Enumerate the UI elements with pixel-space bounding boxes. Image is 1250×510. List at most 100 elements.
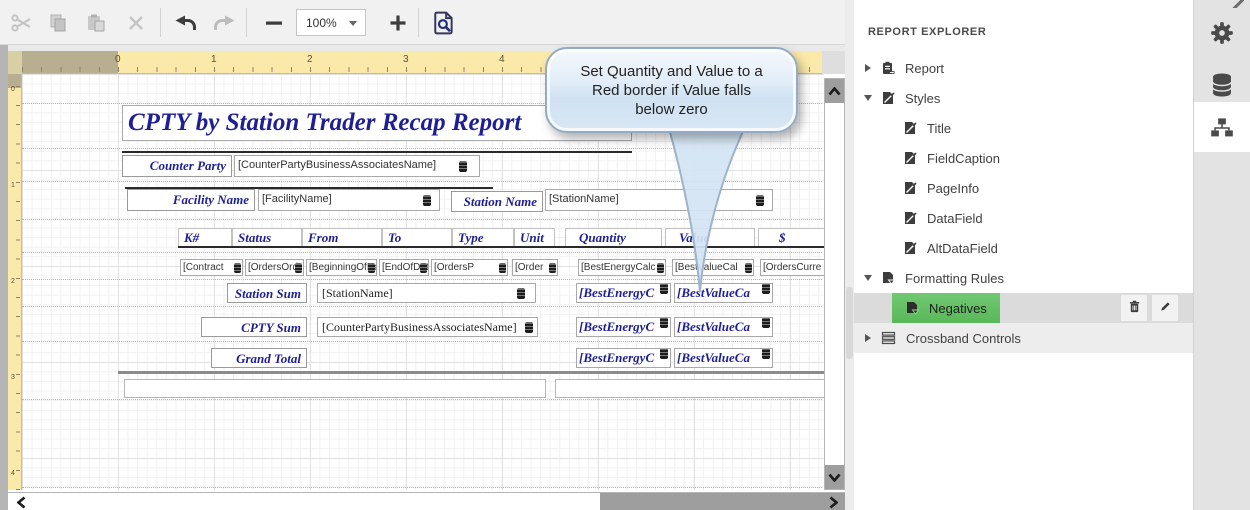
chevron-down-icon[interactable] — [863, 95, 873, 101]
tree-item-label: Title — [927, 121, 951, 136]
scroll-up-icon[interactable] — [825, 79, 844, 103]
ruler-number: 3 — [403, 54, 409, 65]
detail-field[interactable]: [OrdersP — [431, 259, 508, 276]
footer-placeholder[interactable] — [555, 379, 829, 398]
scroll-left-icon[interactable] — [8, 493, 34, 510]
zoom-in-icon[interactable] — [382, 8, 414, 38]
footer-placeholder[interactable] — [124, 379, 546, 398]
column-header-to[interactable]: To — [382, 228, 452, 248]
database-field-icon — [459, 161, 467, 172]
tree-item-formatting-rules[interactable]: Formatting Rules — [854, 263, 1193, 293]
ruler-ticks — [16, 74, 20, 490]
scroll-down-icon[interactable] — [825, 465, 844, 489]
tree-item-styles[interactable]: Styles — [854, 83, 1193, 113]
counter-party-field[interactable]: [CounterPartyBusinessAssociatesName] — [234, 155, 480, 177]
band-separator-thick — [118, 371, 836, 374]
zoom-select[interactable]: 100% — [296, 9, 366, 36]
print-preview-icon[interactable] — [428, 8, 460, 38]
panel-splitter-handle[interactable] — [846, 287, 853, 359]
ruler-number: 3 — [11, 374, 15, 381]
facility-name-field[interactable]: [FacilityName] — [258, 189, 440, 211]
ruler-number: 2 — [11, 278, 15, 285]
delete-icon[interactable] — [120, 8, 152, 38]
tree-item-pageinfo-style[interactable]: PageInfo — [854, 173, 1193, 203]
scrollbar-thumb[interactable] — [600, 493, 822, 510]
panel-gutter — [845, 0, 854, 510]
pencil-icon — [1159, 300, 1172, 316]
grand-total-quantity[interactable]: [BestEnergyC — [576, 348, 671, 368]
zoom-out-icon[interactable] — [258, 8, 290, 38]
properties-gear-icon[interactable] — [1209, 20, 1235, 46]
vertical-scrollbar[interactable] — [824, 78, 845, 490]
detail-field[interactable]: [BeginningOfDa — [306, 259, 377, 276]
style-icon — [881, 91, 895, 105]
report-explorer-tree-icon[interactable] — [1210, 117, 1234, 139]
station-name-label[interactable]: Station Name — [451, 191, 543, 212]
cpty-sum-label[interactable]: CPTY Sum — [201, 317, 307, 337]
station-sum-label[interactable]: Station Sum — [227, 283, 307, 303]
horizontal-scrollbar[interactable] — [8, 492, 845, 510]
style-icon — [903, 181, 917, 195]
ruler-corner-right — [822, 51, 845, 74]
detail-field[interactable]: [Contract — [180, 259, 243, 276]
edit-rule-button[interactable] — [1152, 295, 1178, 321]
tree-item-crossband-controls[interactable]: Crossband Controls — [854, 323, 1193, 353]
grand-total-label[interactable]: Grand Total — [211, 348, 307, 368]
formatting-rule-icon — [881, 271, 895, 285]
undo-icon[interactable] — [170, 8, 202, 38]
detail-field[interactable]: [Order — [512, 259, 558, 276]
main-toolbar: 100% — [0, 0, 845, 45]
chevron-right-icon[interactable] — [863, 64, 873, 72]
tree-item-title-style[interactable]: Title — [854, 113, 1193, 143]
callout-text-line: below zero — [635, 100, 708, 119]
column-header-currency[interactable]: $ — [758, 228, 830, 248]
delete-rule-button[interactable] — [1121, 295, 1147, 321]
tree-item-datafield-style[interactable]: DataField — [854, 203, 1193, 233]
tree-item-label: PageInfo — [927, 181, 979, 196]
chevron-right-icon[interactable] — [863, 334, 873, 342]
column-header-k[interactable]: K# — [178, 228, 232, 248]
field-list-database-icon[interactable] — [1211, 72, 1233, 98]
column-header-type[interactable]: Type — [452, 228, 514, 248]
chevron-down-icon[interactable] — [863, 275, 873, 281]
detail-field[interactable]: [OrdersOrd — [245, 259, 304, 276]
scroll-right-icon[interactable] — [822, 493, 845, 510]
station-sum-field[interactable]: [StationName] — [317, 283, 536, 303]
column-header-status[interactable]: Status — [232, 228, 302, 248]
facility-name-label[interactable]: Facility Name — [127, 189, 255, 211]
copy-icon[interactable] — [42, 8, 74, 38]
grand-total-value[interactable]: [BestValueCa — [674, 348, 773, 368]
callout-text-line: Red border if Value falls — [592, 81, 751, 100]
tree-item-altdatafield-style[interactable]: AltDataField — [854, 233, 1193, 263]
database-field-icon — [234, 263, 241, 273]
selected-highlight: Negatives — [892, 293, 1000, 323]
toolbar-separator — [418, 8, 419, 37]
trash-icon — [1128, 300, 1141, 316]
toolbar-separator — [246, 8, 247, 37]
detail-field[interactable]: [EndOfDat — [379, 259, 429, 276]
column-header-from[interactable]: From — [302, 228, 382, 248]
rule-line[interactable] — [122, 151, 632, 153]
database-field-icon — [517, 288, 525, 299]
tree-item-fieldcaption-style[interactable]: FieldCaption — [854, 143, 1193, 173]
cpty-sum-quantity[interactable]: [BestEnergyC — [576, 317, 671, 337]
redo-icon[interactable] — [208, 8, 240, 38]
tree-item-report[interactable]: Report — [854, 53, 1193, 83]
formatting-rule-icon — [905, 301, 919, 315]
database-field-icon — [423, 195, 431, 206]
column-header-unit[interactable]: Unit — [514, 228, 555, 248]
database-field-icon — [660, 317, 668, 328]
cut-icon[interactable] — [6, 8, 38, 38]
database-field-icon — [420, 263, 427, 273]
database-field-icon — [549, 263, 556, 273]
ruler-number: 1 — [11, 182, 15, 189]
counter-party-label[interactable]: Counter Party — [122, 155, 232, 177]
report-icon — [881, 61, 895, 75]
band-separator — [22, 487, 822, 488]
paste-icon[interactable] — [80, 8, 112, 38]
cpty-sum-value[interactable]: [BestValueCa — [674, 317, 773, 337]
tree-item-negatives[interactable]: Negatives — [854, 293, 1193, 323]
report-explorer-panel: REPORT EXPLORER Report Styles Title — [854, 0, 1193, 510]
cpty-sum-field[interactable]: [CounterPartyBusinessAssociatesName] — [317, 317, 538, 337]
database-field-icon — [368, 263, 375, 273]
